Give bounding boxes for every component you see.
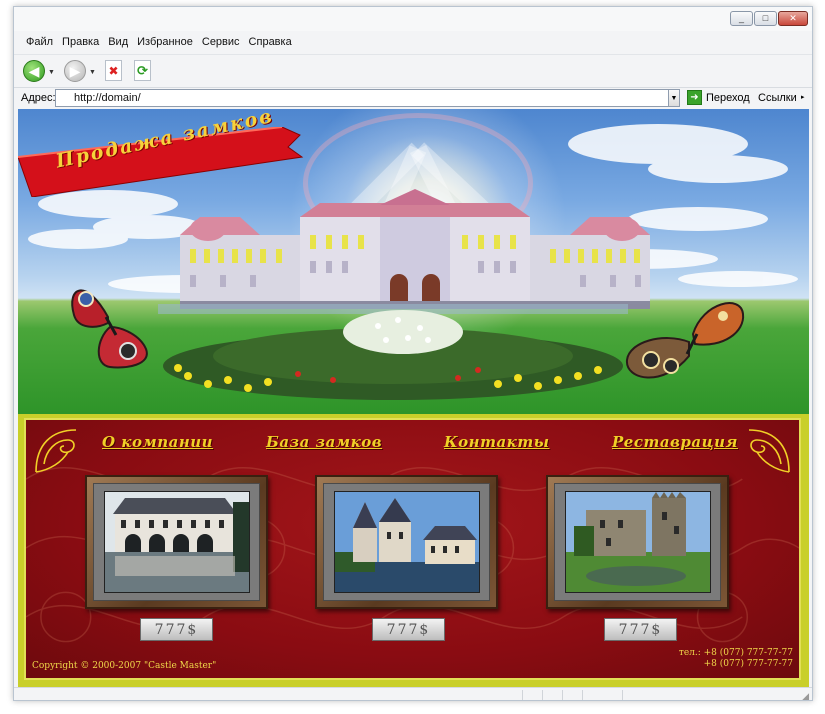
castle-card-3[interactable] (546, 475, 729, 609)
site-banner: Продажа замков (18, 109, 809, 414)
maximize-button[interactable]: □ (754, 11, 777, 26)
go-arrow-icon: ➜ (687, 90, 702, 105)
status-divider (622, 690, 623, 700)
palace-image (180, 189, 650, 309)
close-button[interactable]: ✕ (778, 11, 808, 26)
castle-photo-3[interactable] (565, 491, 711, 593)
menu-bar: Файл Правка Вид Избранное Сервис Справка (14, 33, 298, 51)
go-button[interactable]: ➜ Переход (687, 90, 750, 105)
status-divider (562, 690, 563, 700)
castle-photo-1[interactable] (104, 491, 250, 593)
menu-tools[interactable]: Сервис (199, 33, 246, 51)
price-badge-1: 777$ (140, 618, 213, 641)
address-input[interactable]: http://domain/ (55, 89, 669, 107)
castle-photo-2[interactable] (334, 491, 480, 593)
phone-numbers: тел.: +8 (077) 777-77-77 +8 (077) 777-77… (679, 648, 793, 670)
back-history-dropdown-icon[interactable]: ▼ (48, 69, 55, 76)
address-dropdown-icon[interactable]: ▼ (668, 89, 680, 107)
title-bar: _ □ ✕ (14, 7, 812, 31)
go-label: Переход (706, 91, 750, 104)
flowerbed-image (158, 304, 628, 400)
links-chevron-icon[interactable]: ▸ (801, 93, 805, 101)
menu-file[interactable]: Файл (23, 33, 59, 51)
corner-ornament-left-icon (35, 429, 77, 473)
forward-arrow-icon: ▶ (69, 62, 81, 79)
window-controls: _ □ ✕ (730, 11, 808, 26)
butterfly-right-image (625, 302, 745, 379)
price-badge-2: 777$ (372, 618, 445, 641)
nav-link-contacts[interactable]: Контакты (444, 433, 549, 451)
refresh-button[interactable]: ⟳ (134, 60, 151, 81)
forward-button[interactable]: ▶ (64, 60, 86, 82)
nav-link-castle-base[interactable]: База замков (266, 433, 382, 451)
content-panel: О компании База замков Контакты Реставра… (18, 414, 809, 687)
photo-mat (93, 483, 260, 601)
photo-mat (323, 483, 490, 601)
navigation-toolbar: ◀ ▼ ▶ ▼ ✖ ⟳ (14, 54, 812, 88)
butterfly-left-image (71, 289, 148, 369)
links-button[interactable]: Ссылки (758, 92, 797, 104)
nav-link-about[interactable]: О компании (102, 433, 213, 451)
refresh-icon: ⟳ (137, 62, 148, 78)
status-divider (582, 690, 583, 700)
minimize-button[interactable]: _ (730, 11, 753, 26)
price-badge-3: 777$ (604, 618, 677, 641)
menu-view[interactable]: Вид (105, 33, 134, 51)
copyright-text: Copyright © 2000-2007 "Castle Master" (32, 661, 217, 671)
status-bar: ◢ (14, 687, 812, 700)
browser-window: _ □ ✕ Файл Правка Вид Избранное Сервис С… (13, 6, 813, 701)
page-viewport: Продажа замков О компании База замков Ко… (18, 109, 809, 687)
status-divider (522, 690, 523, 700)
stop-button[interactable]: ✖ (105, 60, 122, 81)
status-divider (542, 690, 543, 700)
photo-mat (554, 483, 721, 601)
phone-line-1: тел.: +8 (077) 777-77-77 (678, 648, 793, 658)
phone-line-2: +8 (077) 777-77-77 (703, 659, 793, 669)
menu-help[interactable]: Справка (246, 33, 298, 51)
resize-grip-icon[interactable]: ◢ (802, 691, 809, 700)
menu-edit[interactable]: Правка (59, 33, 105, 51)
address-label: Адрес: (21, 92, 56, 104)
forward-history-dropdown-icon[interactable]: ▼ (89, 69, 96, 76)
address-bar: Адрес: http://domain/ ▼ ➜ Переход Ссылки… (14, 89, 812, 108)
content-panel-inner: О компании База замков Контакты Реставра… (24, 418, 801, 680)
menu-favorites[interactable]: Избранное (134, 33, 199, 51)
castle-card-1[interactable] (85, 475, 268, 609)
back-arrow-icon: ◀ (28, 62, 40, 79)
nav-link-restoration[interactable]: Реставрация (612, 433, 738, 451)
castle-card-2[interactable] (315, 475, 498, 609)
stop-icon: ✖ (108, 63, 119, 78)
back-button[interactable]: ◀ (23, 60, 45, 82)
corner-ornament-right-icon (748, 429, 790, 473)
